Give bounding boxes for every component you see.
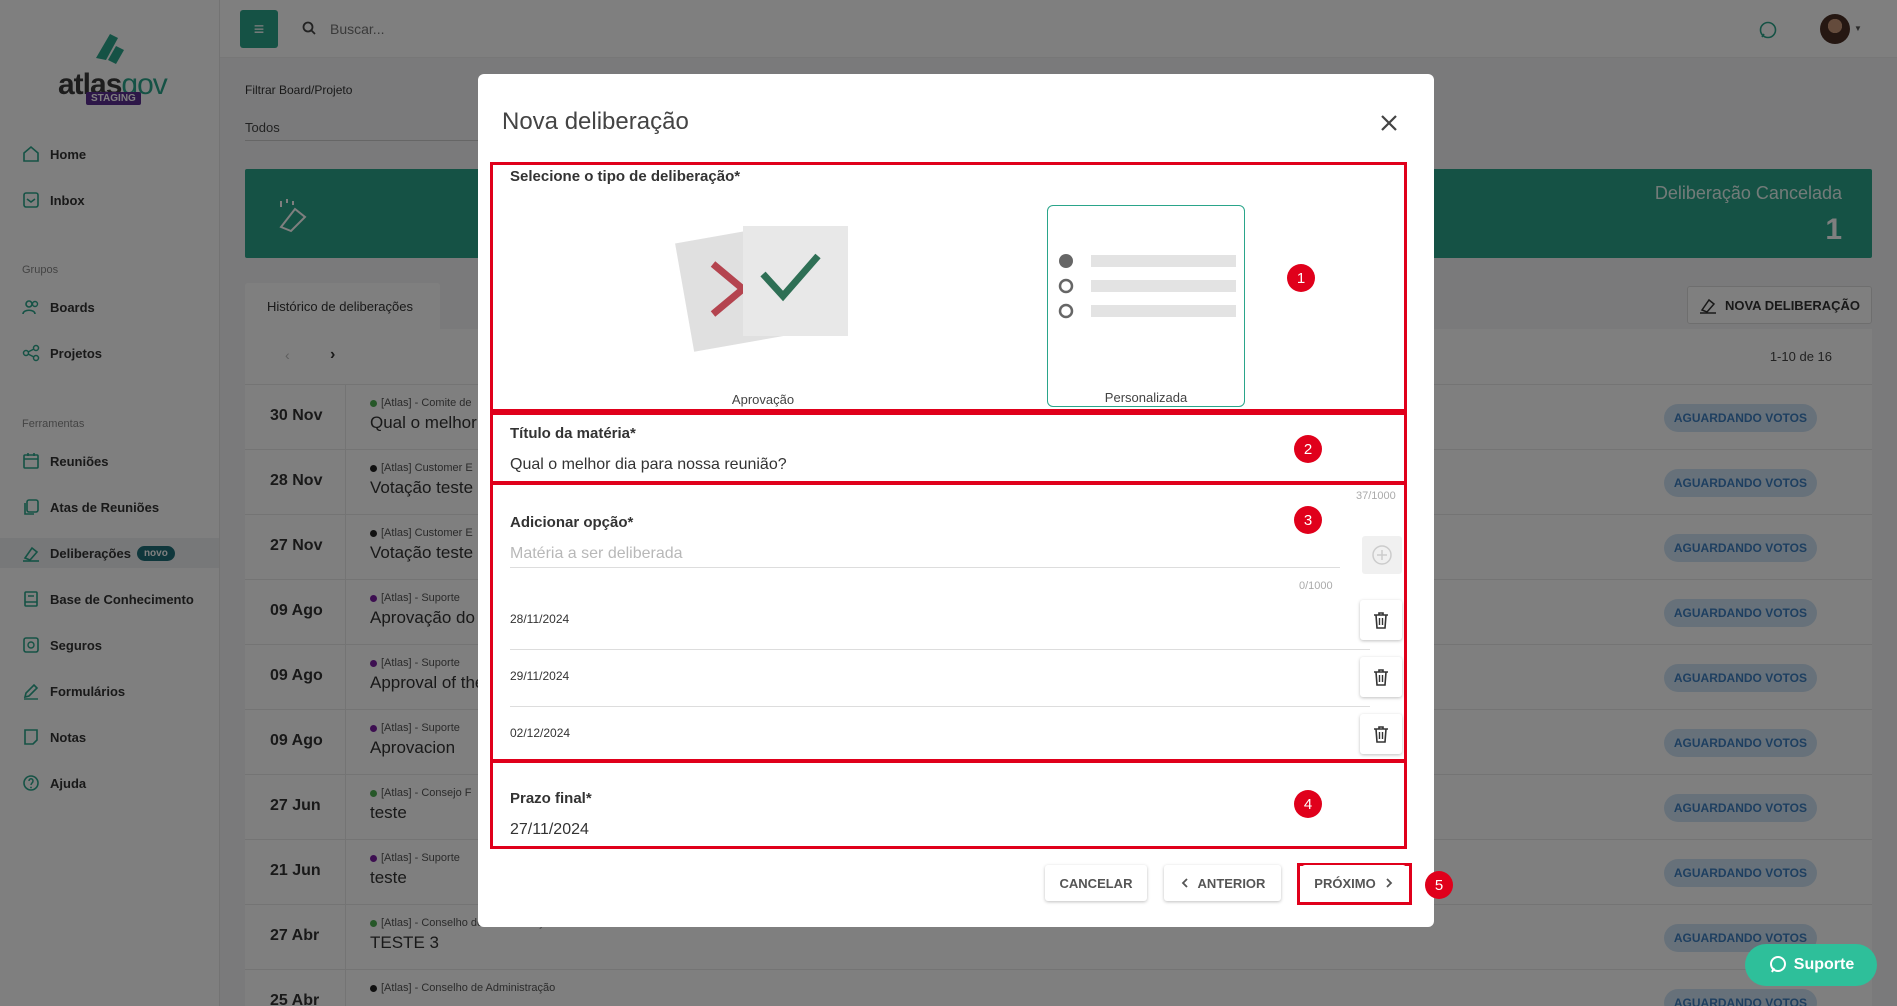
- chat-bubble-icon: [1769, 956, 1786, 973]
- option-row: 28/11/2024: [510, 594, 1402, 650]
- dialog-title: Nova deliberação: [502, 108, 689, 135]
- annotation-1: 1: [1287, 264, 1315, 292]
- option-label: Adicionar opção*: [510, 514, 634, 531]
- type-custom-caption: Personalizada: [1104, 390, 1188, 405]
- subject-label: Título da matéria*: [510, 425, 636, 442]
- delete-option-button[interactable]: [1360, 600, 1402, 640]
- support-button[interactable]: Suporte: [1745, 944, 1877, 986]
- type-label: Selecione o tipo de deliberação*: [510, 168, 741, 185]
- cancel-button[interactable]: CANCELAR: [1045, 865, 1147, 901]
- annotation-4: 4: [1294, 790, 1322, 818]
- trash-icon: [1374, 612, 1388, 629]
- plus-circle-icon: [1372, 545, 1392, 565]
- next-button[interactable]: PRÓXIMO: [1302, 865, 1406, 901]
- type-card-custom[interactable]: Personalizada: [1047, 205, 1245, 407]
- annotation-5: 5: [1425, 871, 1453, 899]
- deadline-field[interactable]: 27/11/2024: [510, 821, 589, 839]
- deadline-label: Prazo final*: [510, 790, 592, 807]
- chevron-right-icon: [1386, 878, 1392, 888]
- close-icon[interactable]: [1378, 112, 1400, 134]
- option-input[interactable]: [510, 540, 1340, 568]
- option-row: 29/11/2024: [510, 651, 1402, 707]
- option-text: 28/11/2024: [510, 612, 570, 626]
- subject-field[interactable]: Qual o melhor dia para nossa reunião?: [510, 456, 787, 474]
- list-options-icon: [1058, 254, 1236, 319]
- chevron-left-icon: [1181, 878, 1188, 888]
- option-text: 29/11/2024: [510, 669, 570, 683]
- delete-option-button[interactable]: [1360, 714, 1402, 754]
- approval-icon: [675, 226, 848, 352]
- annotation-2: 2: [1294, 435, 1322, 463]
- new-deliberation-dialog: Nova deliberação 1 Selecione o tipo de d…: [478, 74, 1453, 927]
- add-option-button[interactable]: [1362, 536, 1402, 574]
- highlight-type-section: [490, 162, 1407, 412]
- type-approval-caption: Aprovação: [731, 392, 795, 407]
- option-counter: 0/1000: [1299, 580, 1333, 592]
- trash-icon: [1374, 669, 1388, 686]
- type-card-approval[interactable]: Aprovação: [648, 204, 878, 407]
- highlight-deadline-section: [490, 760, 1407, 849]
- option-row: 02/12/2024: [510, 708, 1402, 758]
- option-text: 02/12/2024: [510, 726, 571, 740]
- annotation-3: 3: [1294, 506, 1322, 534]
- delete-option-button[interactable]: [1360, 657, 1402, 697]
- previous-button[interactable]: ANTERIOR: [1164, 865, 1281, 901]
- trash-icon: [1374, 726, 1388, 743]
